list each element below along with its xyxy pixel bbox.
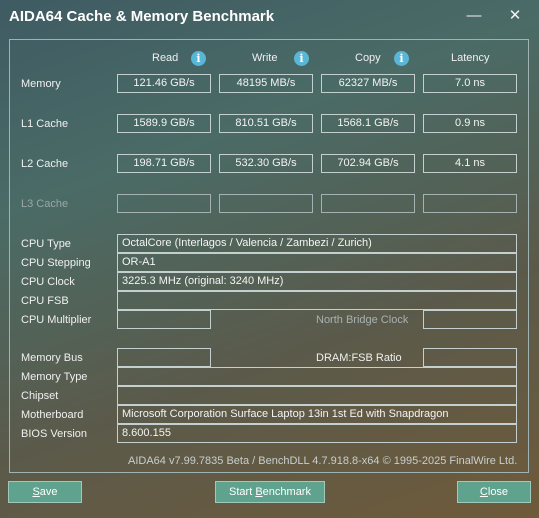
l1-cache-label: L1 Cache: [21, 118, 69, 130]
chipset-label: Chipset: [21, 390, 59, 402]
l3-copy-value: [321, 194, 415, 213]
header-copy: Copy: [355, 52, 381, 64]
header-latency: Latency: [451, 52, 490, 64]
north-bridge-clock-value: [423, 310, 517, 329]
save-accelerator: S: [32, 486, 40, 498]
cpu-stepping-value: OR-A1: [117, 253, 517, 272]
l1-latency-value: 0.9 ns: [423, 114, 517, 133]
cpu-fsb-label: CPU FSB: [21, 295, 69, 307]
start-benchmark-button[interactable]: Start Benchmark: [215, 481, 325, 503]
l2-latency-value: 4.1 ns: [423, 154, 517, 173]
dram-fsb-ratio-value: [423, 348, 517, 367]
l3-cache-label: L3 Cache: [21, 198, 69, 210]
memory-read-value: 121.46 GB/s: [117, 74, 211, 93]
dram-fsb-ratio-label: DRAM:FSB Ratio: [316, 352, 402, 364]
memory-latency-value: 7.0 ns: [423, 74, 517, 93]
motherboard-value: Microsoft Corporation Surface Laptop 13i…: [117, 405, 517, 424]
bios-version-value: 8.600.155: [117, 424, 517, 443]
save-label: ave: [39, 486, 58, 498]
l3-read-value: [117, 194, 211, 213]
l2-copy-value: 702.94 GB/s: [321, 154, 415, 173]
l1-read-value: 1589.9 GB/s: [117, 114, 211, 133]
cpu-multiplier-label: CPU Multiplier: [21, 314, 92, 326]
header-write: Write: [252, 52, 278, 64]
write-info-icon[interactable]: i: [294, 51, 309, 66]
cpu-type-label: CPU Type: [21, 238, 71, 250]
window-title: AIDA64 Cache & Memory Benchmark: [9, 8, 275, 25]
cpu-type-value: OctalCore (Interlagos / Valencia / Zambe…: [117, 234, 517, 253]
cpu-clock-label: CPU Clock: [21, 276, 75, 288]
l2-read-value: 198.71 GB/s: [117, 154, 211, 173]
copy-info-icon[interactable]: i: [394, 51, 409, 66]
cpu-clock-value: 3225.3 MHz (original: 3240 MHz): [117, 272, 517, 291]
l2-write-value: 532.30 GB/s: [219, 154, 313, 173]
close-button[interactable]: Close: [457, 481, 531, 503]
l1-write-value: 810.51 GB/s: [219, 114, 313, 133]
header-read: Read: [152, 52, 179, 64]
start-label-rest: enchmark: [262, 486, 311, 498]
l3-write-value: [219, 194, 313, 213]
memory-bus-label: Memory Bus: [21, 352, 83, 364]
start-accelerator: B: [255, 486, 263, 498]
close-accelerator: C: [479, 486, 488, 498]
memory-type-value: [117, 367, 517, 386]
motherboard-label: Motherboard: [21, 409, 84, 421]
version-footer: AIDA64 v7.99.7835 Beta / BenchDLL 4.7.91…: [128, 455, 518, 467]
north-bridge-clock-label: North Bridge Clock: [316, 314, 409, 326]
read-info-icon[interactable]: i: [191, 51, 206, 66]
memory-write-value: 48195 MB/s: [219, 74, 313, 93]
memory-copy-value: 62327 MB/s: [321, 74, 415, 93]
chipset-value: [117, 386, 517, 405]
cpu-fsb-value: [117, 291, 517, 310]
l1-copy-value: 1568.1 GB/s: [321, 114, 415, 133]
memory-bus-value: [117, 348, 211, 367]
minimize-button[interactable]: —: [464, 6, 484, 26]
memory-label: Memory: [21, 78, 61, 90]
l2-cache-label: L2 Cache: [21, 158, 69, 170]
cpu-stepping-label: CPU Stepping: [21, 257, 91, 269]
bios-version-label: BIOS Version: [21, 428, 88, 440]
close-label: lose: [487, 486, 509, 498]
save-button[interactable]: Save: [8, 481, 82, 503]
memory-type-label: Memory Type: [21, 371, 88, 383]
start-label-pre: Start: [229, 486, 256, 498]
title-bar: AIDA64 Cache & Memory Benchmark — ✕: [0, 0, 539, 34]
l3-latency-value: [423, 194, 517, 213]
close-window-button[interactable]: ✕: [505, 6, 525, 26]
cpu-multiplier-value: [117, 310, 211, 329]
